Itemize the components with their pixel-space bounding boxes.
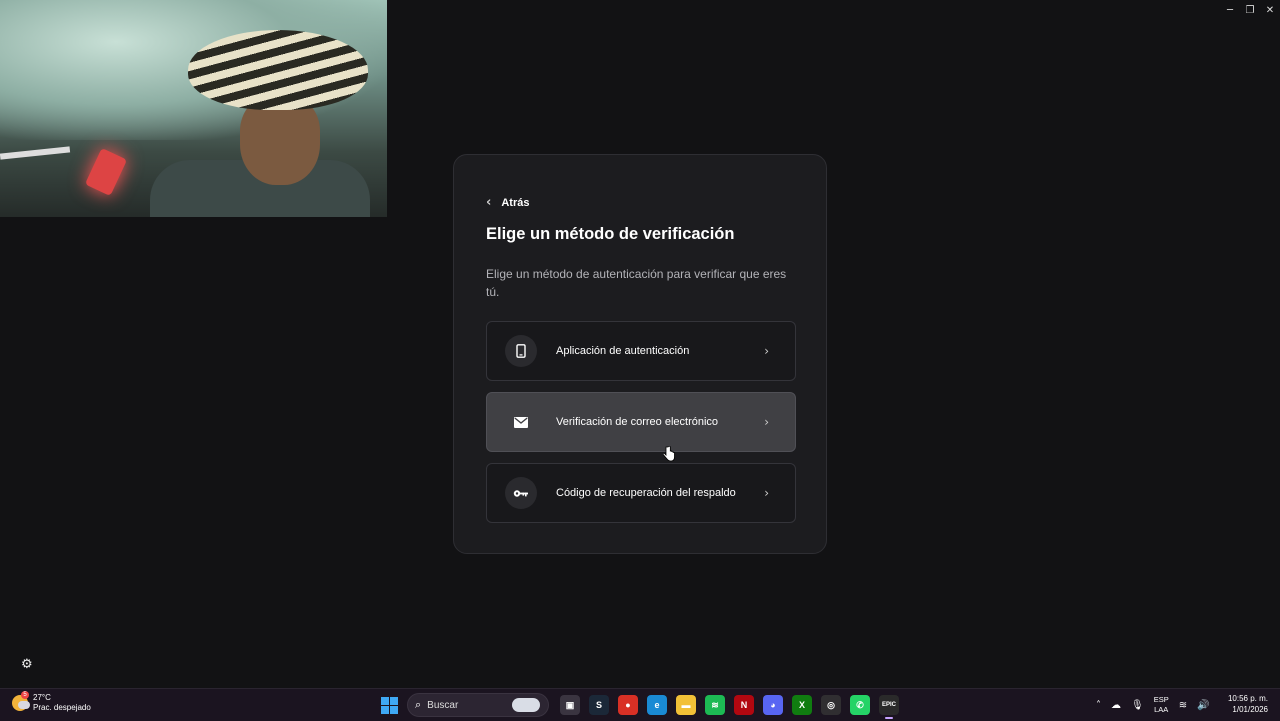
steam-icon[interactable]: S [589,695,609,715]
start-button[interactable] [381,697,398,714]
language-indicator[interactable]: ESP LAA [1154,695,1169,715]
taskbar-search[interactable]: ⌕ Buscar [407,693,549,717]
minimize-button[interactable]: ─ [1220,0,1240,20]
windows-logo-tile [390,706,398,714]
notification-badge: 5 [21,691,29,699]
back-button[interactable]: ‹ Atrás [486,195,529,210]
netflix-icon[interactable]: N [734,695,754,715]
search-highlight-icon [512,698,540,712]
page-title: Elige un método de verificación [486,225,735,243]
close-button[interactable]: ✕ [1260,0,1280,20]
mic-arm [0,146,71,160]
xbox-icon[interactable]: X [792,695,812,715]
option-label: Verificación de correo electrónico [556,416,719,428]
clock[interactable]: 10:56 p. m. 1/01/2026 [1228,693,1268,715]
chrome-icon[interactable]: ● [618,695,638,715]
chevron-left-icon: ‹ [486,195,492,210]
epic-games-icon[interactable]: EPIC [879,695,899,719]
option-label: Aplicación de autenticación [556,345,690,357]
chevron-right-icon: › [764,415,769,429]
weather-temp: 27°C [33,693,51,702]
search-icon: ⌕ [415,698,422,711]
edge-icon[interactable]: e [647,695,667,715]
windows-logo-tile [381,697,389,705]
option-backup-recovery-code[interactable]: Código de recuperación del respaldo › [486,463,796,523]
clock-date: 1/01/2026 [1232,705,1268,714]
chevron-up-icon[interactable]: ˄ [1096,700,1101,711]
discord-icon[interactable]: ◕ [763,695,783,715]
obs-icon[interactable]: ◎ [821,695,841,715]
pinned-apps: ▣ S ● e ▬ ≋ N ◕ X ◎ ✆ EPIC [560,695,899,719]
option-email-verification[interactable]: Verificación de correo electrónico › [486,392,796,452]
onedrive-icon[interactable]: ☁ [1111,700,1121,711]
option-label: Código de recuperación del respaldo [556,487,736,499]
system-tray: ˄ ☁ 🎙 ESP LAA ≋ 🔊 [1096,695,1210,715]
microphone-icon[interactable]: 🎙 [1131,700,1144,711]
verification-card: ‹ Atrás Elige un método de verificación … [453,154,827,554]
red-lamp [84,147,128,197]
wifi-icon[interactable]: ≋ [1179,700,1187,711]
clock-time: 10:56 p. m. [1227,694,1268,703]
taskbar: 5 27°C Prac. despejado ⌕ Buscar ▣ S ● e ▬ ≋ N ◕… [0,688,1280,721]
phone-icon [505,335,537,367]
chevron-right-icon: › [764,486,769,500]
keyboard-layout: LAA [1154,705,1169,714]
restore-button[interactable]: ❐ [1240,0,1260,20]
search-placeholder: Buscar [427,699,459,711]
file-explorer-icon[interactable]: ▬ [676,695,696,715]
chevron-right-icon: › [764,344,769,358]
windows-logo-tile [390,697,398,705]
back-label: Atrás [501,196,530,209]
task-view-icon[interactable]: ▣ [560,695,580,715]
option-authenticator-app[interactable]: Aplicación de autenticación › [486,321,796,381]
spotify-icon[interactable]: ≋ [705,695,725,715]
key-icon [505,477,537,509]
language-code: ESP [1153,695,1169,704]
mail-icon [505,406,537,438]
window-controls: ─ ❐ ✕ [1220,0,1280,20]
weather-condition: Prac. despejado [33,703,91,712]
weather-widget[interactable]: 5 27°C Prac. despejado [12,691,91,713]
sombrero [188,30,368,110]
windows-logo-tile [381,706,389,714]
whatsapp-icon[interactable]: ✆ [850,695,870,715]
volume-icon[interactable]: 🔊 [1197,700,1209,711]
gear-icon[interactable]: ⚙ [21,657,33,672]
page-description: Elige un método de autenticación para ve… [486,267,787,299]
hand-cursor-icon [662,445,675,467]
webcam-overlay [0,0,387,217]
